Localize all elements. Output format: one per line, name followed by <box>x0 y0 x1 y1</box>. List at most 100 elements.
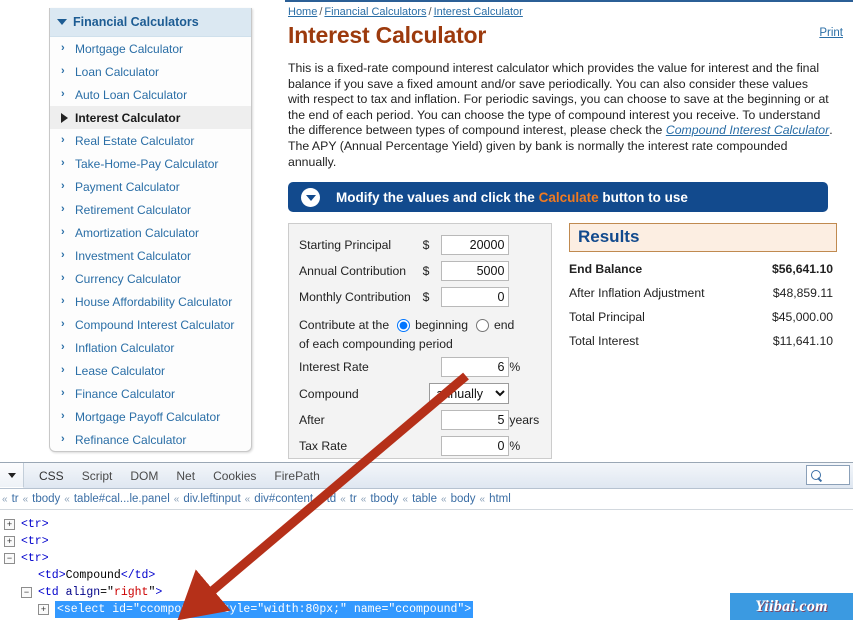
sidebar-item-label: Mortgage Payoff Calculator <box>75 409 221 424</box>
firebug-breadcrumb-item[interactable]: tbody <box>366 493 402 505</box>
firebug-tab-css[interactable]: CSS <box>30 465 73 487</box>
firebug-breadcrumb-item[interactable]: html <box>485 493 515 505</box>
chevron-right-icon: › <box>61 272 65 284</box>
html-attr-name: align <box>65 586 101 599</box>
sidebar-item-lease-calculator[interactable]: › Lease Calculator <box>50 359 251 382</box>
modify-values-banner[interactable]: Modify the values and click the Calculat… <box>288 182 828 213</box>
chevron-right-icon: › <box>61 180 65 192</box>
radio-end[interactable] <box>475 318 489 332</box>
sidebar-item-compound-interest-calculator[interactable]: › Compound Interest Calculator <box>50 313 251 336</box>
sidebar-item-payment-calculator[interactable]: › Payment Calculator <box>50 175 251 198</box>
page-description: This is a fixed-rate compound interest c… <box>288 61 833 170</box>
spacer-cell <box>417 433 429 458</box>
twisty-expand-icon[interactable]: + <box>4 519 15 530</box>
sidebar-item-retirement-calculator[interactable]: › Retirement Calculator <box>50 198 251 221</box>
firebug-search-box[interactable] <box>806 465 850 485</box>
sidebar-item-interest-calculator[interactable]: Interest Calculator <box>50 106 251 129</box>
screenshot-root: Financial Calculators › Mortgage Calculat… <box>0 0 853 620</box>
sidebar-list: › Mortgage Calculator › Loan Calculator › Aut… <box>50 37 251 451</box>
sidebar-item-inflation-calculator[interactable]: › Inflation Calculator <box>50 336 251 359</box>
twisty-expand-icon[interactable]: + <box>38 604 49 615</box>
breadcrumb-item-home[interactable]: Home <box>288 6 317 18</box>
compound-interest-calculator-link[interactable]: Compound Interest Calculator <box>666 123 829 137</box>
sidebar-item-auto-loan-calculator[interactable]: › Auto Loan Calculator <box>50 83 251 106</box>
triangle-down-icon <box>57 19 67 25</box>
sidebar-item-loan-calculator[interactable]: › Loan Calculator <box>50 60 251 83</box>
form-row-compound: Compound annuallysemiannuallyquarterlymo… <box>299 380 541 407</box>
html-tag-gt: > <box>155 586 163 599</box>
sidebar-item-take-home-pay-calculator[interactable]: › Take-Home-Pay Calculator <box>50 152 251 175</box>
firebug-breadcrumb-item[interactable]: tr <box>346 493 361 505</box>
html-line-select-selected[interactable]: + <select id="ccompound" style="width:80… <box>4 601 853 618</box>
results-row-value: $48,859.11 <box>772 286 833 301</box>
html-line[interactable]: − <tr> <box>4 550 853 567</box>
unit-starting-principal <box>509 232 541 258</box>
sidebar-item-amortization-calculator[interactable]: › Amortization Calculator <box>50 221 251 244</box>
sidebar-item-mortgage-calculator[interactable]: › Mortgage Calculator <box>50 37 251 60</box>
firebug-breadcrumb-item[interactable]: table#cal...le.panel <box>70 493 174 505</box>
twisty-collapse-icon[interactable]: − <box>4 553 15 564</box>
sidebar-item-label: Currency Calculator <box>75 271 182 286</box>
twisty-expand-icon[interactable]: + <box>4 536 15 547</box>
html-tag-close: </td> <box>120 569 156 582</box>
firebug-breadcrumb-item[interactable]: body <box>447 493 480 505</box>
html-tag-name: select <box>63 603 106 616</box>
firebug-panel: CSS Script DOM Net Cookies FirePath «tr «tbody… <box>0 462 853 620</box>
interest-rate-input[interactable] <box>441 357 510 378</box>
html-tag-open: <td> <box>38 569 66 582</box>
browser-page: Financial Calculators › Mortgage Calculat… <box>0 0 853 462</box>
form-row-contribute-suffix: of each compounding period <box>299 336 541 354</box>
firebug-breadcrumb-item[interactable]: div#content <box>250 493 317 505</box>
sidebar-header[interactable]: Financial Calculators <box>50 8 251 37</box>
html-line[interactable]: + <tr> <box>4 516 853 533</box>
html-line-text: <tr> <box>21 518 49 531</box>
sidebar-item-currency-calculator[interactable]: › Currency Calculator <box>50 267 251 290</box>
sidebar-item-house-affordability-calculator[interactable]: › House Affordability Calculator <box>50 290 251 313</box>
html-line[interactable]: + <tr> <box>4 533 853 550</box>
html-line-td-align[interactable]: − <td align =" right " > <box>4 584 853 601</box>
firebug-breadcrumb-item[interactable]: tbody <box>28 493 64 505</box>
compound-select[interactable]: annuallysemiannuallyquarterlymonthlysemi… <box>429 383 510 405</box>
html-attr-name-name: name <box>353 603 382 616</box>
twisty-collapse-icon[interactable]: − <box>21 587 32 598</box>
firebug-tab-net[interactable]: Net <box>167 465 204 487</box>
print-link[interactable]: Print <box>819 27 843 39</box>
chevron-right-icon: › <box>61 226 65 238</box>
chevron-right-icon: › <box>61 134 65 146</box>
starting-principal-input[interactable] <box>441 235 510 256</box>
after-years-input[interactable] <box>441 410 510 431</box>
monthly-contribution-input[interactable] <box>441 287 510 308</box>
firebug-tab-firepath[interactable]: FirePath <box>265 465 328 487</box>
sidebar-item-investment-calculator[interactable]: › Investment Calculator <box>50 244 251 267</box>
firebug-tab-cookies[interactable]: Cookies <box>204 465 265 487</box>
calculator-form-table: Starting Principal $ Annual Contribution… <box>299 232 541 458</box>
breadcrumb-item-interest-calculator[interactable]: Interest Calculator <box>434 6 523 18</box>
firebug-breadcrumb-item[interactable]: td <box>323 493 341 505</box>
radio-beginning[interactable] <box>397 318 411 332</box>
chevron-right-icon: › <box>61 364 65 376</box>
firebug-breadcrumb-item[interactable]: table <box>408 493 441 505</box>
firebug-tab-script[interactable]: Script <box>73 465 122 487</box>
annual-contribution-input[interactable] <box>441 261 510 282</box>
firebug-tab-dom[interactable]: DOM <box>121 465 167 487</box>
chevron-right-icon: › <box>61 341 65 353</box>
firebug-breadcrumb-item[interactable]: div.leftinput <box>179 493 244 505</box>
sidebar-item-label: Mortgage Calculator <box>75 41 184 56</box>
sidebar-item-mortgage-payoff-calculator[interactable]: › Mortgage Payoff Calculator <box>50 405 251 428</box>
tax-rate-input[interactable] <box>441 436 510 457</box>
html-selected-node[interactable]: <select id="ccompound" style="width:80px… <box>55 601 474 618</box>
results-table: End Balance $56,641.10 After Inflation Adj… <box>569 257 837 353</box>
sidebar-item-real-estate-calculator[interactable]: › Real Estate Calculator <box>50 129 251 152</box>
spacer-cell <box>417 354 429 380</box>
breadcrumb-item-financial-calculators[interactable]: Financial Calculators <box>324 6 426 18</box>
spacer-cell <box>417 380 429 407</box>
html-line-td-compound[interactable]: <td> Compound </td> <box>4 567 853 584</box>
firebug-menu-button[interactable] <box>0 463 24 488</box>
breadcrumb-separator: / <box>428 6 432 18</box>
results-row-label: Total Principal <box>569 310 645 325</box>
unit-after: years <box>509 413 540 428</box>
sidebar-item-refinance-calculator[interactable]: › Refinance Calculator <box>50 428 251 451</box>
firebug-breadcrumb-item[interactable]: tr <box>8 493 23 505</box>
form-row-annual-contribution: Annual Contribution $ <box>299 258 541 284</box>
sidebar-item-finance-calculator[interactable]: › Finance Calculator <box>50 382 251 405</box>
